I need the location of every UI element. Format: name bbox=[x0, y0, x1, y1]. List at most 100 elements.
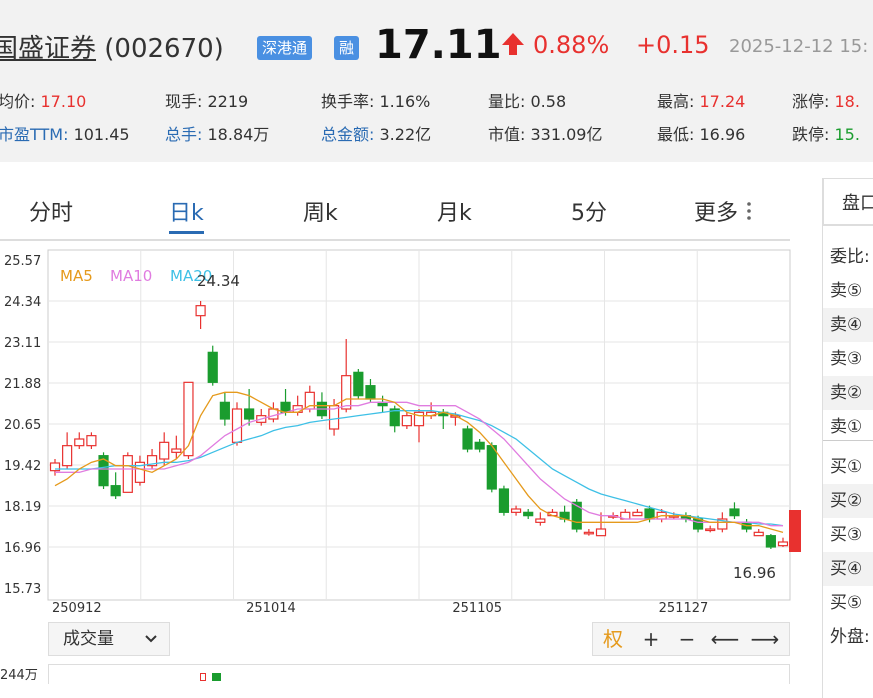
scroll-left-button[interactable]: ⟵ bbox=[707, 623, 743, 655]
stock-name-text[interactable]: 国盛证券 bbox=[0, 34, 96, 64]
candle-body bbox=[304, 391, 315, 410]
tab-weekly-k[interactable]: 周k bbox=[303, 195, 338, 227]
order-book-title[interactable]: 盘口 bbox=[823, 178, 873, 226]
candle-body bbox=[231, 408, 243, 443]
candle-body bbox=[729, 508, 740, 517]
chart-period-tabs: 分时 日k 周k 月k 5分 更多 bbox=[0, 195, 790, 241]
change-amount: +0.15 bbox=[636, 31, 710, 59]
shenzhen-hk-connect-badge[interactable]: 深港通 bbox=[257, 36, 313, 60]
candle-body bbox=[462, 428, 473, 450]
chevron-down-icon bbox=[145, 635, 157, 643]
y-tick-label: 21.88 bbox=[4, 377, 41, 392]
order-book-row: 卖④ bbox=[823, 308, 873, 342]
change-percent: 0.88% bbox=[533, 31, 610, 59]
order-book-row: 卖① bbox=[830, 417, 863, 437]
order-book-row: 买③ bbox=[830, 525, 863, 545]
kline-chart[interactable]: 25.57 24.34 23.11 21.88 20.65 19.42 18.19 16.96… bbox=[0, 243, 805, 618]
candle-body bbox=[207, 351, 218, 383]
y-tick-label: 16.96 bbox=[4, 541, 41, 556]
y-tick-label: 18.19 bbox=[4, 500, 41, 515]
candle-body bbox=[341, 375, 352, 410]
stat-current-hand: 现手: 2219 bbox=[165, 92, 249, 111]
tab-monthly-k[interactable]: 月k bbox=[437, 195, 472, 227]
high-value-label: 24.34 bbox=[197, 272, 240, 290]
tab-5min[interactable]: 5分 bbox=[571, 195, 607, 227]
stat-limit-up: 涨停: 18. bbox=[792, 92, 860, 111]
candle-body bbox=[705, 528, 716, 532]
stat-volume-ratio: 量比: 0.58 bbox=[488, 92, 567, 111]
candle-body bbox=[583, 531, 594, 535]
tab-daily-k[interactable]: 日k bbox=[169, 195, 204, 234]
candle-body bbox=[595, 528, 607, 537]
candle-body bbox=[474, 441, 485, 450]
candle-body bbox=[486, 445, 497, 490]
order-book-row: 卖⑤ bbox=[830, 281, 863, 301]
candle-body bbox=[159, 441, 170, 460]
candle-body bbox=[523, 511, 534, 517]
order-book-row: 买① bbox=[830, 457, 863, 477]
candle-body bbox=[753, 531, 764, 537]
up-arrow-icon bbox=[502, 33, 524, 55]
volume-max-label: 244万 bbox=[0, 668, 38, 683]
candle-body bbox=[86, 435, 97, 447]
current-price: 17.11 bbox=[375, 22, 502, 68]
y-tick-label: 23.11 bbox=[4, 336, 41, 351]
candle-body bbox=[365, 385, 376, 400]
candle-body bbox=[535, 518, 546, 523]
candle-body bbox=[632, 511, 643, 517]
volume-bar bbox=[212, 673, 221, 681]
more-vertical-icon[interactable] bbox=[746, 200, 752, 222]
scroll-right-button[interactable]: ⟶ bbox=[747, 623, 783, 655]
x-tick-label: 251105 bbox=[452, 601, 502, 616]
stat-total-amount: 总金额: 3.22亿 bbox=[321, 125, 432, 144]
candle-body bbox=[353, 371, 364, 397]
stat-pe-ttm: 市盈TTM: 101.45 bbox=[0, 125, 130, 144]
candle-body bbox=[171, 448, 182, 453]
stat-total-hands: 总手: 18.84万 bbox=[165, 125, 270, 144]
adjust-rights-button[interactable]: 权 bbox=[595, 623, 631, 655]
candle-body bbox=[510, 508, 522, 513]
y-tick-label: 19.42 bbox=[4, 459, 41, 474]
stat-low: 最低: 16.96 bbox=[657, 125, 746, 144]
candle-body bbox=[219, 401, 230, 420]
order-book-row: 委比: bbox=[830, 247, 870, 267]
order-book-row: 卖③ bbox=[830, 349, 863, 369]
candle-body bbox=[74, 438, 85, 447]
order-book-panel: 盘口 委比: 卖⑤ 卖④ 卖③ 卖② 卖① 买① 买② 买③ 买④ 买⑤ 外盘: bbox=[822, 178, 873, 698]
candle-body bbox=[122, 455, 133, 493]
indicator-select[interactable]: 成交量 bbox=[48, 622, 170, 656]
low-value-label: 16.96 bbox=[733, 564, 776, 582]
price-marker bbox=[789, 510, 801, 552]
stat-high: 最高: 17.24 bbox=[657, 92, 746, 111]
candle-body bbox=[110, 485, 121, 497]
order-book-row: 卖② bbox=[823, 376, 873, 410]
candle-body bbox=[62, 445, 73, 467]
order-book-divider bbox=[823, 440, 873, 441]
zoom-out-button[interactable]: − bbox=[669, 623, 705, 655]
margin-trading-badge[interactable]: 融 bbox=[334, 36, 360, 60]
x-tick-label: 251014 bbox=[246, 601, 296, 616]
order-book-row: 买② bbox=[823, 484, 873, 518]
stat-turnover-rate: 换手率: 1.16% bbox=[321, 92, 431, 111]
order-book-row: 买⑤ bbox=[830, 593, 863, 613]
quote-header: 国盛证券 (002670) 深港通 融 17.11 0.88% +0.15 20… bbox=[0, 0, 873, 162]
candle-body bbox=[777, 541, 789, 547]
tab-more[interactable]: 更多 bbox=[694, 195, 738, 227]
x-tick-label: 251127 bbox=[659, 601, 709, 616]
x-tick-label: 250912 bbox=[52, 601, 102, 616]
volume-panel[interactable] bbox=[48, 664, 790, 684]
order-book-row: 买④ bbox=[823, 552, 873, 586]
candle-body bbox=[244, 408, 255, 420]
stock-name[interactable]: 国盛证券 (002670) bbox=[0, 28, 224, 65]
y-tick-label: 20.65 bbox=[4, 418, 41, 433]
tab-intraday[interactable]: 分时 bbox=[29, 195, 73, 227]
y-tick-label: 24.34 bbox=[4, 295, 41, 310]
stat-avg-price: 均价: 17.10 bbox=[0, 92, 87, 111]
stock-code: (002670) bbox=[104, 34, 224, 64]
chart-controls: 权 + − ⟵ ⟶ bbox=[592, 622, 790, 656]
stat-market-cap: 市值: 331.09亿 bbox=[488, 125, 603, 144]
y-tick-label: 25.57 bbox=[4, 254, 41, 269]
stat-limit-down: 跌停: 15. bbox=[792, 125, 860, 144]
zoom-in-button[interactable]: + bbox=[633, 623, 669, 655]
candle-body bbox=[765, 535, 776, 548]
